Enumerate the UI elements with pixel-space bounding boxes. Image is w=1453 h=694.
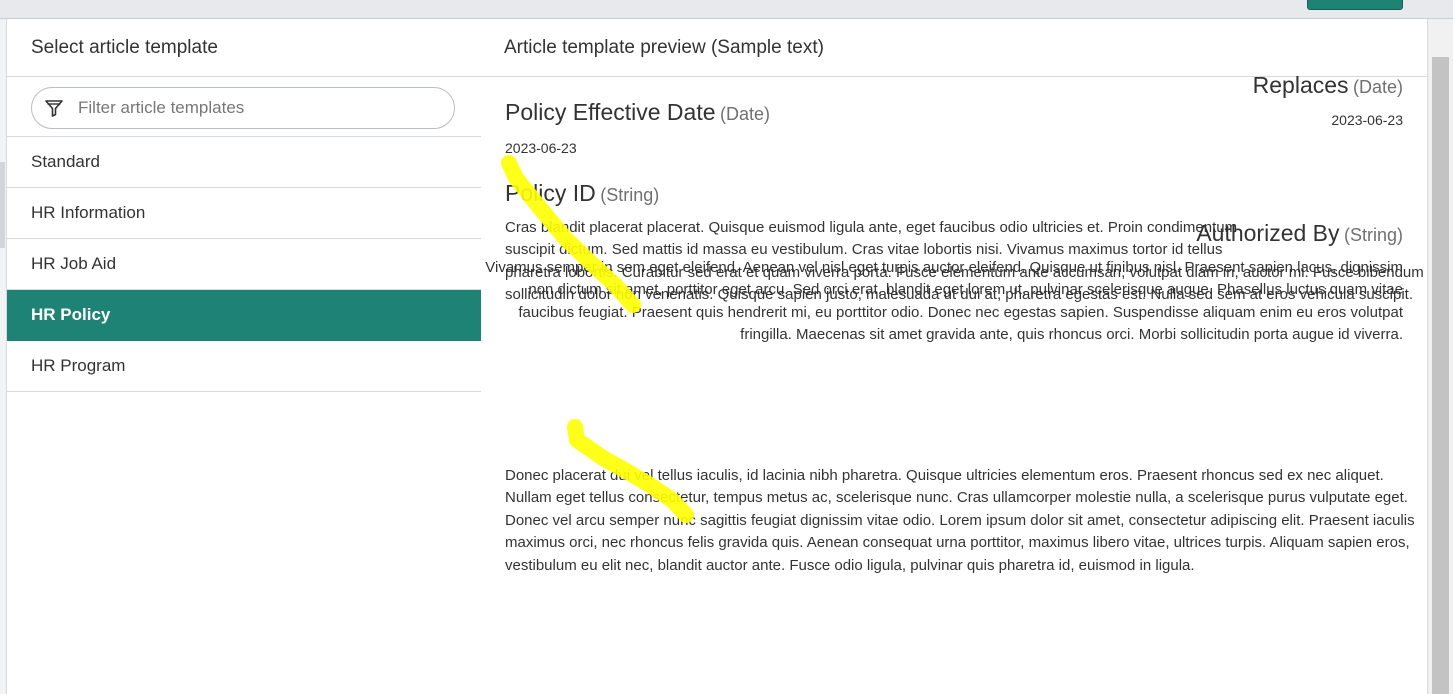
replaces-value: 2023-06-23 — [1331, 112, 1403, 128]
filter-row — [7, 77, 481, 137]
template-item-hr-program[interactable]: HR Program — [7, 341, 481, 392]
policy-effective-date-type: (Date) — [719, 104, 770, 124]
policy-effective-date-value: 2023-06-23 — [505, 140, 577, 156]
filter-input[interactable] — [76, 97, 420, 119]
template-selection-panel: Select article template Standard HR Info… — [6, 19, 482, 694]
text-line: Donec placerat dui vel tellus iaculis, i… — [505, 467, 1384, 484]
top-action-button[interactable] — [1307, 0, 1403, 10]
gutter-marker — [0, 162, 5, 248]
policy-id-type: (String) — [600, 185, 660, 205]
template-item-hr-information[interactable]: HR Information — [7, 188, 481, 239]
policy-id-label: Policy ID — [505, 180, 596, 206]
text-line: Nullam eget tellus consectetur, tempus m… — [505, 489, 1408, 507]
text-line: Vivamus semper in sem eget eleifend. Aen… — [485, 259, 1403, 276]
body-paragraph: Donec placerat dui vel tellus iaculis, i… — [505, 465, 1415, 577]
template-item-standard[interactable]: Standard — [7, 137, 481, 188]
text-line: non dictum sit amet, porttitor eget arcu… — [528, 281, 1403, 299]
text-line: maximus orci, nec rhoncus felis gravida … — [505, 534, 1410, 552]
text-line: Donec vel arcu semper nunc sagittis feug… — [505, 511, 1415, 529]
replaces-label: Replaces — [1252, 72, 1349, 98]
text-line: faucibus feugiat. Praesent quis hendreri… — [518, 303, 1403, 321]
scrollbar[interactable] — [1428, 19, 1453, 694]
authorized-by-sample-text: Vivamus semper in sem eget eleifend. Aen… — [485, 257, 1403, 347]
policy-id-heading: Policy ID (String) — [505, 180, 659, 207]
template-preview-panel: Article template preview (Sample text) R… — [481, 19, 1428, 694]
template-list: Standard HR Information HR Job Aid HR Po… — [7, 137, 481, 392]
text-line: fringilla. Maecenas sit amet gravida ant… — [740, 326, 1403, 344]
policy-effective-date-label: Policy Effective Date — [505, 99, 716, 125]
funnel-icon — [44, 98, 64, 118]
top-toolbar — [0, 0, 1453, 19]
preview-panel-title: Article template preview (Sample text) — [481, 19, 1427, 77]
replaces-field-heading: Replaces (Date) — [1253, 72, 1403, 99]
policy-effective-date-heading: Policy Effective Date (Date) — [505, 99, 770, 126]
text-line: vestibulum eu elit nec, blandit auctor a… — [505, 556, 1195, 574]
filter-box[interactable] — [31, 87, 455, 129]
template-item-hr-job-aid[interactable]: HR Job Aid — [7, 239, 481, 290]
replaces-type: (Date) — [1352, 77, 1403, 97]
scrollbar-thumb[interactable] — [1432, 57, 1449, 694]
template-panel-title: Select article template — [7, 19, 481, 77]
text-line: Cras blandit placerat placerat. Quisque … — [505, 219, 1238, 236]
template-item-hr-policy[interactable]: HR Policy — [7, 290, 481, 341]
preview-content: Replaces (Date) 2023-06-23 Policy Effect… — [481, 72, 1427, 694]
